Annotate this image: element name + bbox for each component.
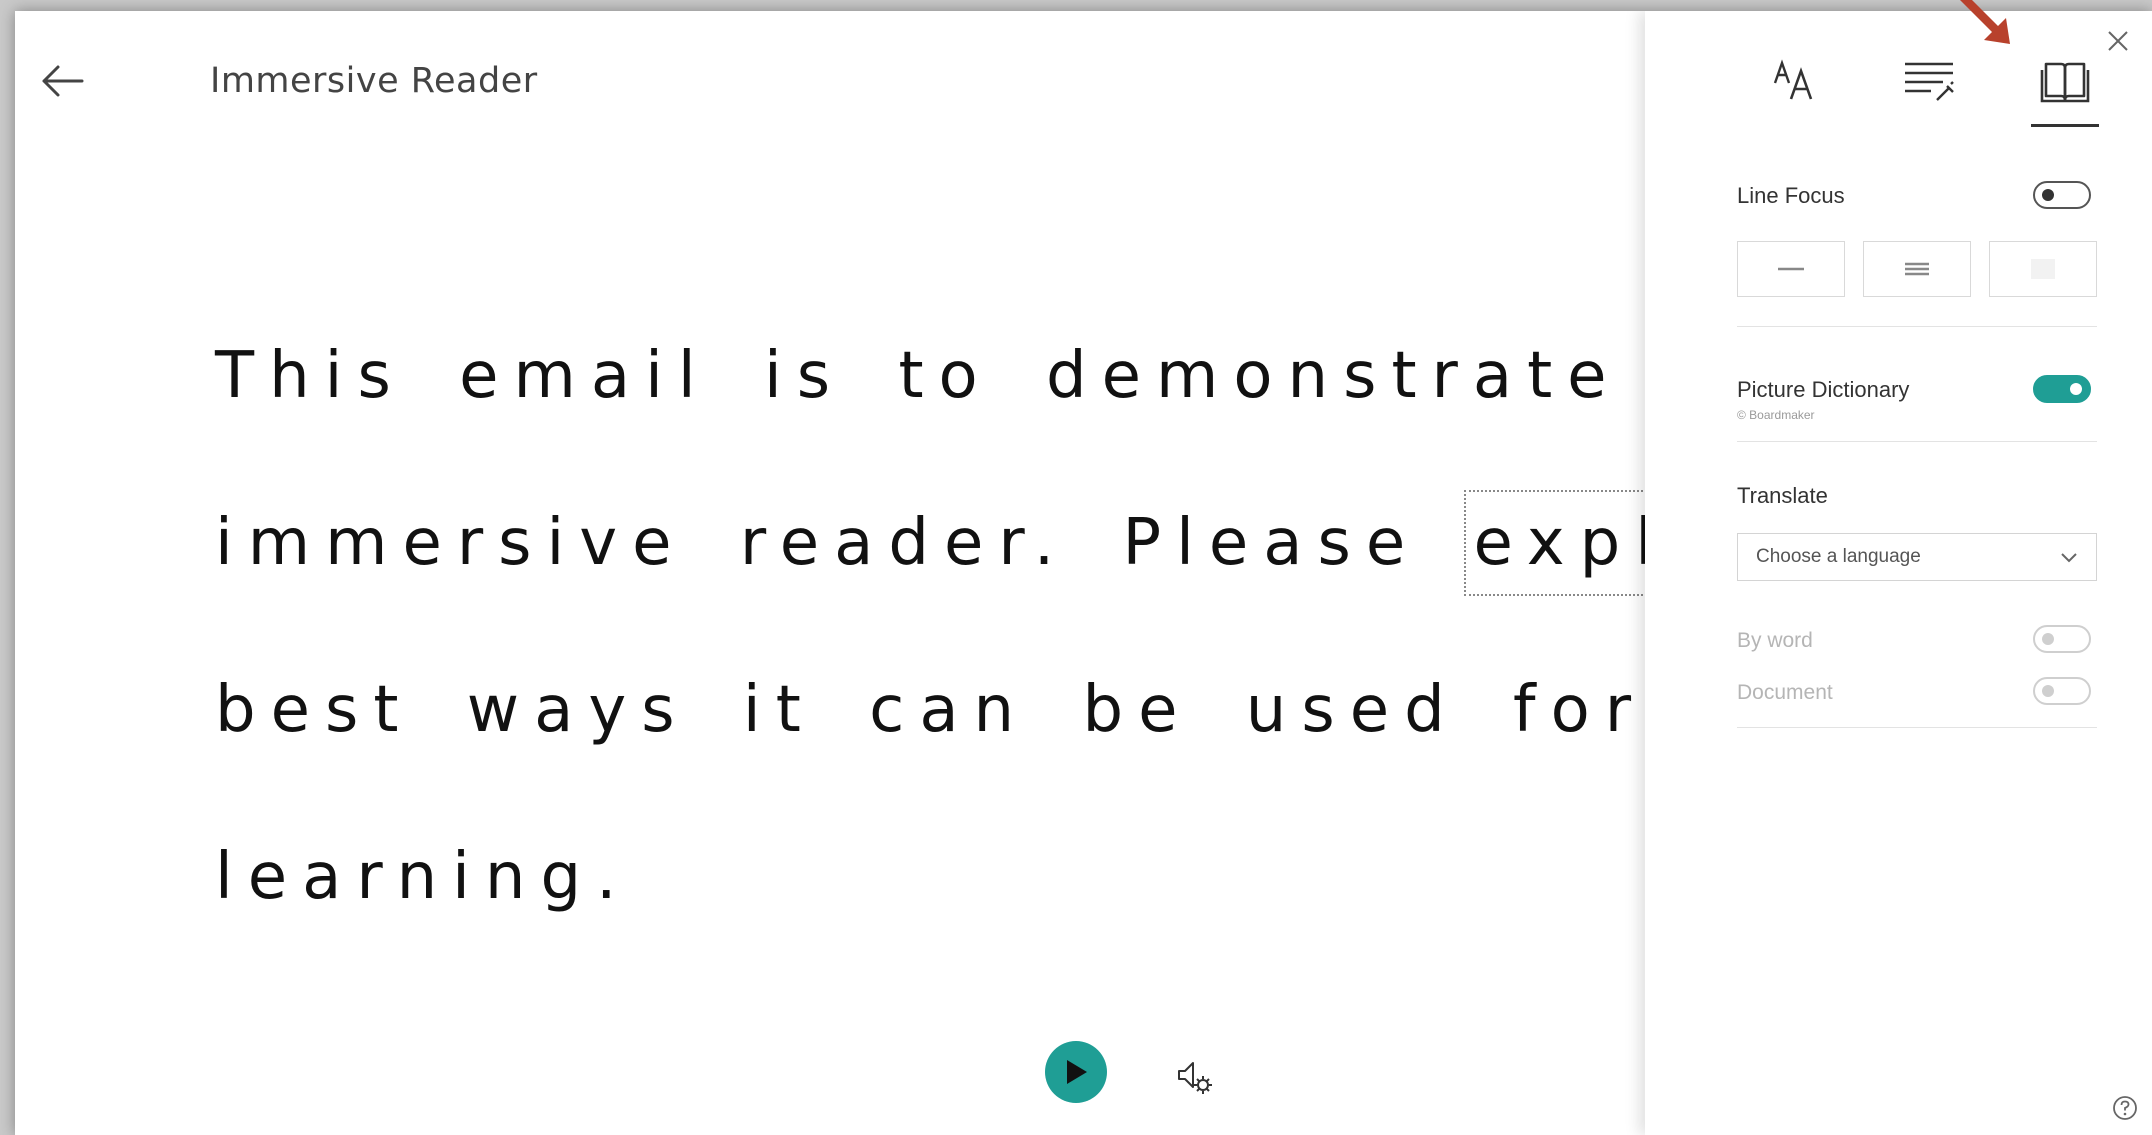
play-button[interactable] [1045, 1041, 1107, 1103]
word[interactable]: used [1244, 665, 1462, 755]
word[interactable]: reader. [738, 498, 1071, 588]
word[interactable]: learning. [213, 832, 633, 922]
text-line: learning. [213, 832, 1653, 999]
document-label: Document [1737, 681, 1833, 704]
divider [1737, 727, 2097, 728]
toggle-knob [2070, 383, 2082, 395]
settings-panel: Line Focus Picture Dictionary © Boardmak… [1645, 11, 2152, 1135]
line-focus-one-line-option[interactable] [1737, 241, 1845, 297]
line-focus-three-lines-option[interactable] [1863, 241, 1971, 297]
focused-word[interactable]: explore [1463, 490, 1653, 596]
single-line-icon [1778, 267, 1804, 271]
toggle-knob [2042, 189, 2054, 201]
immersive-reader-window: Immersive Reader This email is to demons… [15, 11, 2152, 1135]
grammar-options-icon [1905, 62, 1954, 101]
picture-dictionary-label: Picture Dictionary [1737, 377, 1910, 402]
play-icon [1067, 1060, 1087, 1084]
line-focus-toggle[interactable] [2033, 181, 2091, 209]
word[interactable]: can [867, 665, 1031, 755]
word[interactable]: demonstrate [1044, 331, 1624, 421]
picture-dictionary-credit: © Boardmaker [1737, 408, 1815, 422]
word[interactable]: it [741, 665, 818, 755]
word[interactable]: to [896, 331, 994, 421]
language-select[interactable]: Choose a language [1737, 533, 2097, 581]
text-line: This email is to demonstrate how t [213, 331, 1653, 498]
tab-text-preferences[interactable] [1755, 41, 1835, 121]
three-lines-icon [1905, 262, 1929, 276]
line-focus-five-lines-option[interactable] [1989, 241, 2097, 297]
word[interactable]: email [457, 331, 713, 421]
chevron-down-icon [2061, 553, 2077, 563]
text-line: best ways it can be used for your [213, 665, 1653, 832]
toggle-knob [2042, 633, 2054, 645]
voice-settings-icon [1178, 1062, 1212, 1094]
toggle-knob [2042, 685, 2054, 697]
word[interactable]: This [213, 331, 408, 421]
word[interactable]: immersive [213, 498, 689, 588]
reading-content: This email is to demonstrate how t immer… [213, 331, 1653, 1051]
picture-dictionary-toggle[interactable] [2033, 375, 2091, 403]
tab-grammar-options[interactable] [1890, 41, 1970, 121]
back-arrow-icon [42, 65, 84, 97]
five-lines-icon [2031, 259, 2055, 279]
word[interactable]: ways [465, 665, 692, 755]
word[interactable]: Please [1121, 498, 1423, 588]
help-icon [2113, 1096, 2137, 1120]
reading-preferences-book-icon [2040, 62, 2090, 103]
panel-tabs [1735, 41, 2099, 131]
app-title: Immersive Reader [210, 61, 538, 101]
callout-arrow-icon [1960, 0, 2010, 44]
by-word-label: By word [1737, 629, 1813, 652]
text-line: immersive reader. Please explore t [213, 490, 1653, 665]
tab-reading-preferences[interactable] [2025, 41, 2105, 127]
back-button[interactable] [32, 51, 92, 111]
divider [1737, 441, 2097, 442]
translate-label: Translate [1737, 483, 1828, 508]
word[interactable]: is [762, 331, 847, 421]
divider [1737, 326, 2097, 327]
text-size-icon [1773, 59, 1813, 100]
document-toggle[interactable] [2033, 677, 2091, 705]
close-icon [2108, 31, 2128, 51]
help-button[interactable] [2112, 1095, 2138, 1121]
word[interactable]: best [213, 665, 415, 755]
language-select-value: Choose a language [1756, 546, 1921, 567]
by-word-toggle[interactable] [2033, 625, 2091, 653]
line-focus-label: Line Focus [1737, 183, 1845, 208]
word[interactable]: for [1511, 665, 1648, 755]
word[interactable]: be [1080, 665, 1194, 755]
voice-settings-button[interactable] [1173, 1055, 1217, 1099]
